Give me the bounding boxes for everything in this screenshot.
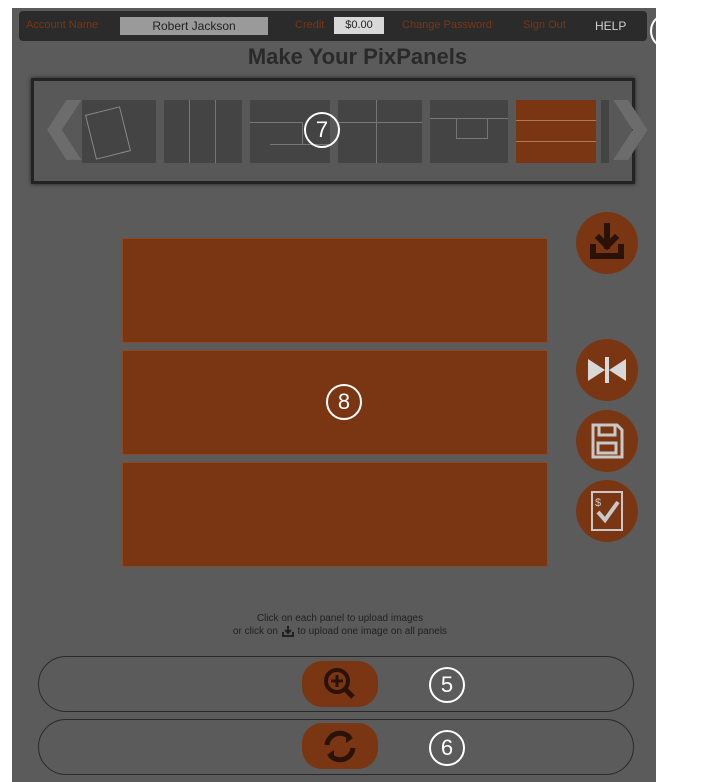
bowtie-icon xyxy=(588,357,626,383)
credit-label: Credit xyxy=(295,19,325,31)
callout-8: 8 xyxy=(326,384,362,420)
panel-bottom[interactable] xyxy=(122,462,548,567)
instruction-line-1: Click on each panel to upload images xyxy=(256,613,424,624)
callout-5: 5 xyxy=(429,667,465,703)
template-three-horizontal[interactable] xyxy=(516,100,596,163)
download-tray-icon xyxy=(281,626,294,638)
template-tilted-frame[interactable] xyxy=(82,100,156,163)
instruction-line-2-before: or click on xyxy=(232,626,278,637)
invoice-check-icon: $ xyxy=(591,491,623,531)
upload-instructions: Click on each panel to upload images or … xyxy=(190,612,490,638)
carousel-next-arrow-icon[interactable]: ❯ xyxy=(606,96,655,156)
instruction-line-2: or click on to upload one image on all p… xyxy=(190,625,490,638)
mirror-button[interactable] xyxy=(576,339,638,401)
credit-value: $0.00 xyxy=(334,17,384,34)
page-title: Make Your PixPanels xyxy=(247,44,468,69)
checkout-button[interactable]: $ xyxy=(576,480,638,542)
help-link[interactable]: HELP xyxy=(595,19,626,33)
callout-9: 9 xyxy=(650,13,686,49)
callout-6: 6 xyxy=(429,730,465,766)
refresh-button[interactable] xyxy=(302,723,378,769)
callout-1: 1 xyxy=(658,227,694,263)
zoom-button[interactable] xyxy=(302,661,378,707)
sign-out-link[interactable]: Sign Out xyxy=(523,19,566,31)
template-grid-layout[interactable] xyxy=(338,100,422,163)
download-tray-icon xyxy=(590,223,624,259)
right-margin xyxy=(656,0,715,782)
panel-top[interactable] xyxy=(122,238,548,343)
save-button[interactable] xyxy=(576,410,638,472)
account-name-field: Robert Jackson xyxy=(120,17,268,35)
refresh-icon xyxy=(324,730,356,763)
account-name-label: Account Name xyxy=(26,19,99,31)
svg-text:$: $ xyxy=(595,497,601,509)
callout-3: 3 xyxy=(658,423,694,459)
callout-2: 2 xyxy=(658,353,694,389)
callout-4: 4 xyxy=(658,492,694,528)
template-three-vertical[interactable] xyxy=(164,100,242,163)
zoom-in-icon xyxy=(324,668,355,699)
account-bar: Account Name Robert Jackson Credit $0.00… xyxy=(19,11,647,41)
instruction-line-2-after: to upload one image on all panels xyxy=(297,626,448,637)
template-nested-frame[interactable] xyxy=(430,100,508,163)
callout-7: 7 xyxy=(304,112,340,148)
upload-all-button[interactable] xyxy=(576,212,638,274)
change-password-link[interactable]: Change Password xyxy=(402,19,492,31)
floppy-disk-icon xyxy=(591,423,624,459)
